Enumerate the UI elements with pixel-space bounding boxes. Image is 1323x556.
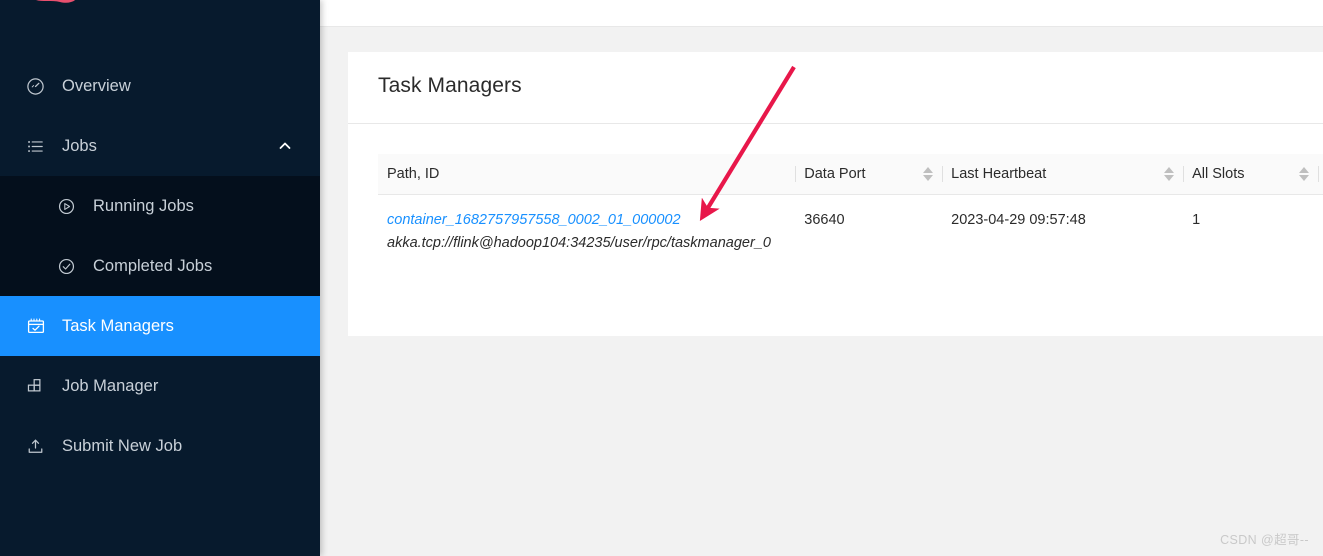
calendar-check-icon <box>26 316 52 336</box>
cell-data-port: 36640 <box>804 211 845 228</box>
cell-last-heartbeat: 2023-04-29 09:57:48 <box>951 211 1086 228</box>
table-header-row: Path, ID Data Port Last Heartbeat All Sl… <box>378 154 1323 195</box>
page-title: Task Managers <box>378 74 522 97</box>
sidebar-item-submit-new-job[interactable]: Submit New Job <box>0 416 320 476</box>
cell-free-slots: 0 <box>1318 194 1323 269</box>
column-header-path-id[interactable]: Path, ID <box>378 154 796 195</box>
column-label: All Slots <box>1192 165 1245 182</box>
sidebar-item-overview[interactable]: Overview <box>0 56 320 116</box>
table-body: container_1682757957558_0002_01_000002 a… <box>378 194 1323 269</box>
cell-all-slots: 1 <box>1192 211 1201 228</box>
column-header-free-slots[interactable]: Free Slots <box>1318 154 1323 195</box>
upload-icon <box>26 436 52 456</box>
column-label: Data Port <box>804 165 866 182</box>
cell-path-id: container_1682757957558_0002_01_000002 a… <box>378 194 795 269</box>
sort-icon[interactable] <box>1164 166 1175 181</box>
task-managers-card: Task Managers Path, ID Data Port Last He… <box>348 52 1323 336</box>
sidebar-item-label: Running Jobs <box>93 196 194 215</box>
task-managers-table: Path, ID Data Port Last Heartbeat All Sl… <box>378 154 1323 269</box>
top-bar <box>320 0 1323 27</box>
sidebar-item-label: Submit New Job <box>62 436 183 455</box>
sidebar-item-label: Task Managers <box>62 316 174 335</box>
sidebar-item-job-manager[interactable]: Job Manager <box>0 356 320 416</box>
sidebar-item-label: Overview <box>62 76 131 95</box>
column-header-all-slots[interactable]: All Slots <box>1183 154 1319 195</box>
content-area: Task Managers Path, ID Data Port Last He… <box>320 27 1323 336</box>
sidebar-item-label: Job Manager <box>62 376 159 395</box>
column-header-last-heartbeat[interactable]: Last Heartbeat <box>942 154 1184 195</box>
sidebar-item-completed-jobs[interactable]: Completed Jobs <box>0 236 320 296</box>
table-header: Path, ID Data Port Last Heartbeat All Sl… <box>378 154 1323 195</box>
dashboard-icon <box>26 76 52 96</box>
main-content: Task Managers Path, ID Data Port Last He… <box>320 0 1323 556</box>
sidebar-item-label: Jobs <box>62 136 97 155</box>
flink-dashboard: Overview Jobs Running Jobs Completed Job… <box>0 0 1323 556</box>
sort-icon[interactable] <box>923 166 934 181</box>
sidebar-item-label: Completed Jobs <box>93 256 213 275</box>
play-circle-icon <box>57 196 83 216</box>
sidebar-item-jobs[interactable]: Jobs <box>0 116 320 176</box>
table-container: Path, ID Data Port Last Heartbeat All Sl… <box>348 124 1323 269</box>
list-icon <box>26 136 52 156</box>
column-header-data-port[interactable]: Data Port <box>795 154 943 195</box>
sidebar-item-task-managers[interactable]: Task Managers <box>0 296 320 356</box>
flink-squirrel-logo[interactable] <box>30 0 86 10</box>
sidebar: Overview Jobs Running Jobs Completed Job… <box>0 0 320 556</box>
chevron-up-icon[interactable] <box>278 139 292 153</box>
sort-icon[interactable] <box>1299 166 1310 181</box>
column-label: Path, ID <box>387 165 440 182</box>
table-row[interactable]: container_1682757957558_0002_01_000002 a… <box>378 194 1323 269</box>
taskmanager-path: akka.tcp://flink@hadoop104:34235/user/rp… <box>387 234 771 251</box>
blocks-icon <box>26 376 52 396</box>
taskmanager-id-link[interactable]: container_1682757957558_0002_01_000002 <box>387 209 786 232</box>
sidebar-nav: Overview Jobs Running Jobs Completed Job… <box>0 56 320 476</box>
watermark: CSDN @超哥-- <box>1220 533 1309 547</box>
sidebar-submenu-jobs: Running Jobs Completed Jobs <box>0 176 320 296</box>
sidebar-item-running-jobs[interactable]: Running Jobs <box>0 176 320 236</box>
check-circle-icon <box>57 256 83 276</box>
column-label: Last Heartbeat <box>951 165 1047 182</box>
logo-area <box>0 0 320 22</box>
